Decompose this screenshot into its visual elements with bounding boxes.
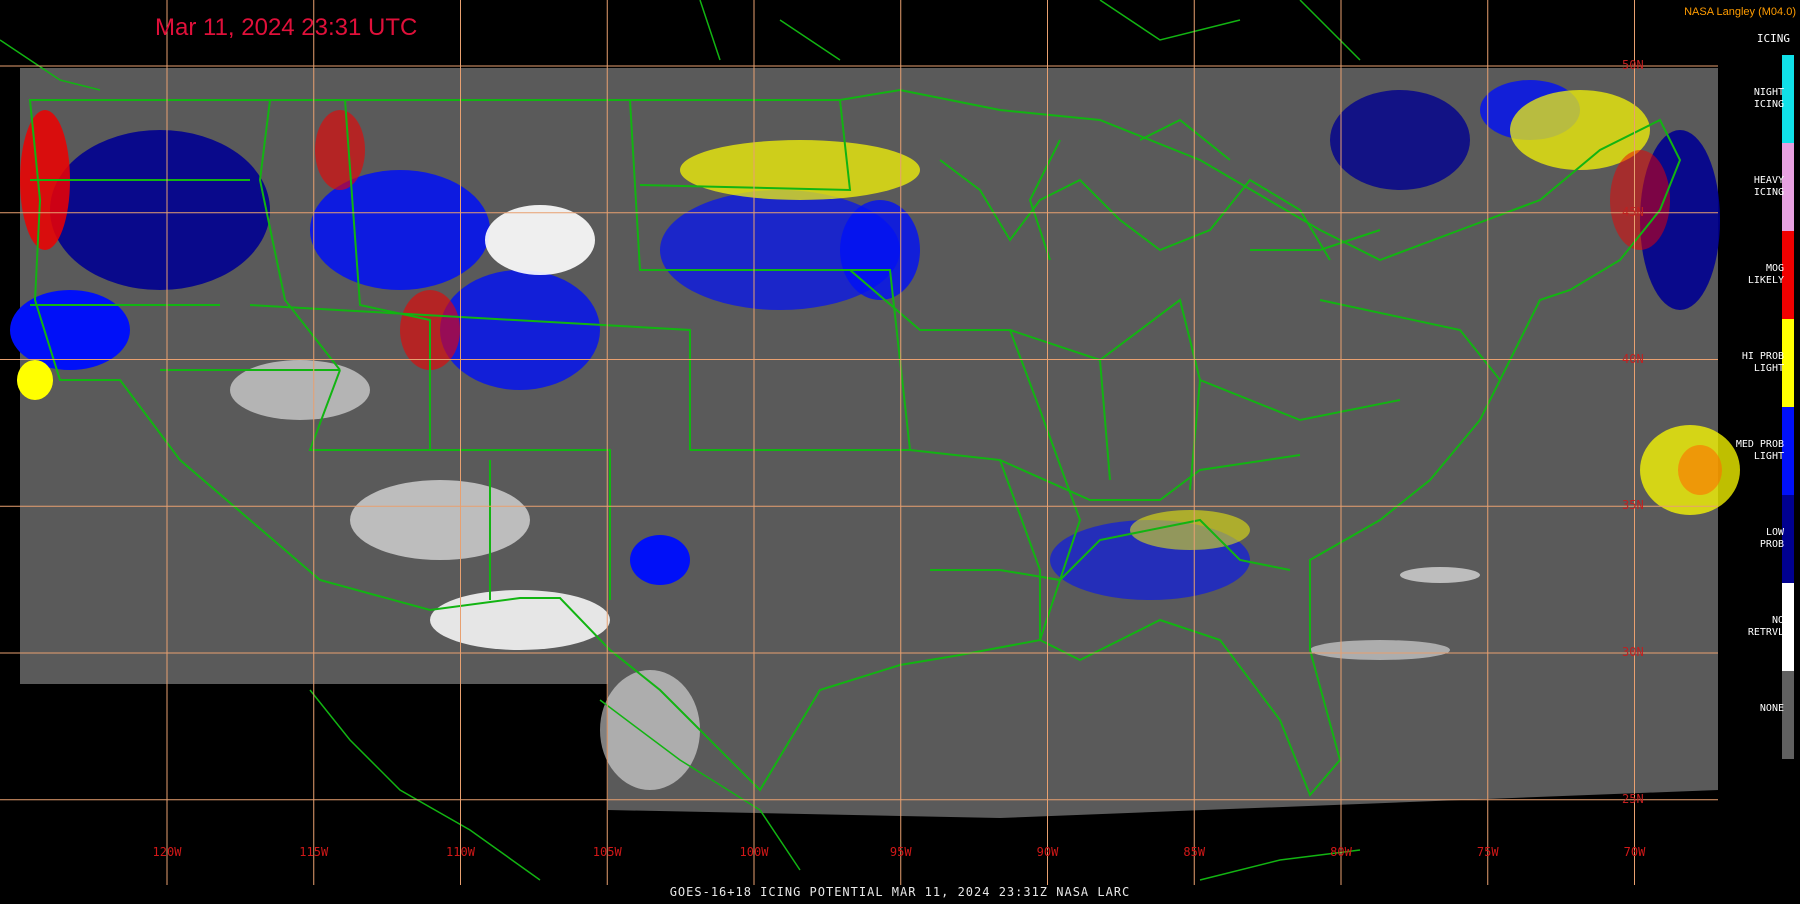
legend-label: NIGHT ICING bbox=[1753, 87, 1784, 110]
longitude-label: 115W bbox=[299, 845, 329, 859]
longitude-label: 85W bbox=[1183, 845, 1206, 859]
legend-label: NO RETRVL bbox=[1747, 615, 1784, 638]
longitude-label: 95W bbox=[889, 845, 912, 859]
legend-label: HEAVY ICING bbox=[1753, 175, 1784, 198]
legend-item: NO RETRVL bbox=[1717, 583, 1800, 671]
longitude-label: 120W bbox=[152, 845, 182, 859]
legend-item: MED PROB LIGHT bbox=[1717, 407, 1800, 495]
latitude-label: 40N bbox=[1622, 351, 1644, 366]
legend-item: NIGHT ICING bbox=[1717, 55, 1800, 143]
legend-swatch bbox=[1782, 671, 1794, 759]
legend-label: NONE bbox=[1759, 703, 1784, 714]
longitude-label: 75W bbox=[1476, 845, 1499, 859]
legend-item: HEAVY ICING bbox=[1717, 143, 1800, 231]
map-title: Mar 11, 2024 23:31 UTC bbox=[155, 14, 418, 41]
longitude-label: 80W bbox=[1330, 845, 1352, 859]
longitude-label: 70W bbox=[1623, 845, 1646, 859]
latitude-label: 35N bbox=[1622, 498, 1644, 513]
latitude-label: 45N bbox=[1622, 204, 1644, 219]
longitude-label: 110W bbox=[446, 845, 475, 859]
legend-item: HI PROB LIGHT bbox=[1717, 319, 1800, 407]
icing-legend: ICING NIGHT ICING HEAVY ICING MOG LIKELY HI… bbox=[1717, 30, 1800, 770]
longitude-label: 100W bbox=[739, 845, 769, 859]
latitude-label: 50N bbox=[1622, 58, 1644, 72]
map-canvas bbox=[0, 0, 1740, 885]
longitude-label: 105W bbox=[592, 845, 622, 859]
footer-caption: GOES-16+18 ICING POTENTIAL MAR 11, 2024 … bbox=[669, 885, 1131, 899]
longitude-label: 90W bbox=[1036, 845, 1059, 859]
legend-item: LOW PROB bbox=[1717, 495, 1800, 583]
latitude-label: 25N bbox=[1622, 791, 1644, 806]
legend-title: ICING bbox=[1756, 32, 1790, 45]
icing-map bbox=[0, 0, 1800, 900]
legend-item: MOG LIKELY bbox=[1717, 231, 1800, 319]
legend-label: LOW PROB bbox=[1759, 527, 1784, 550]
legend-label: MED PROB LIGHT bbox=[1735, 439, 1784, 462]
legend-label: MOG LIKELY bbox=[1747, 263, 1784, 286]
legend-label: HI PROB LIGHT bbox=[1741, 351, 1784, 374]
legend-item: NONE bbox=[1717, 671, 1800, 759]
latitude-label: 30N bbox=[1622, 645, 1644, 659]
credit-label: NASA Langley (M04.0) bbox=[1684, 6, 1796, 18]
